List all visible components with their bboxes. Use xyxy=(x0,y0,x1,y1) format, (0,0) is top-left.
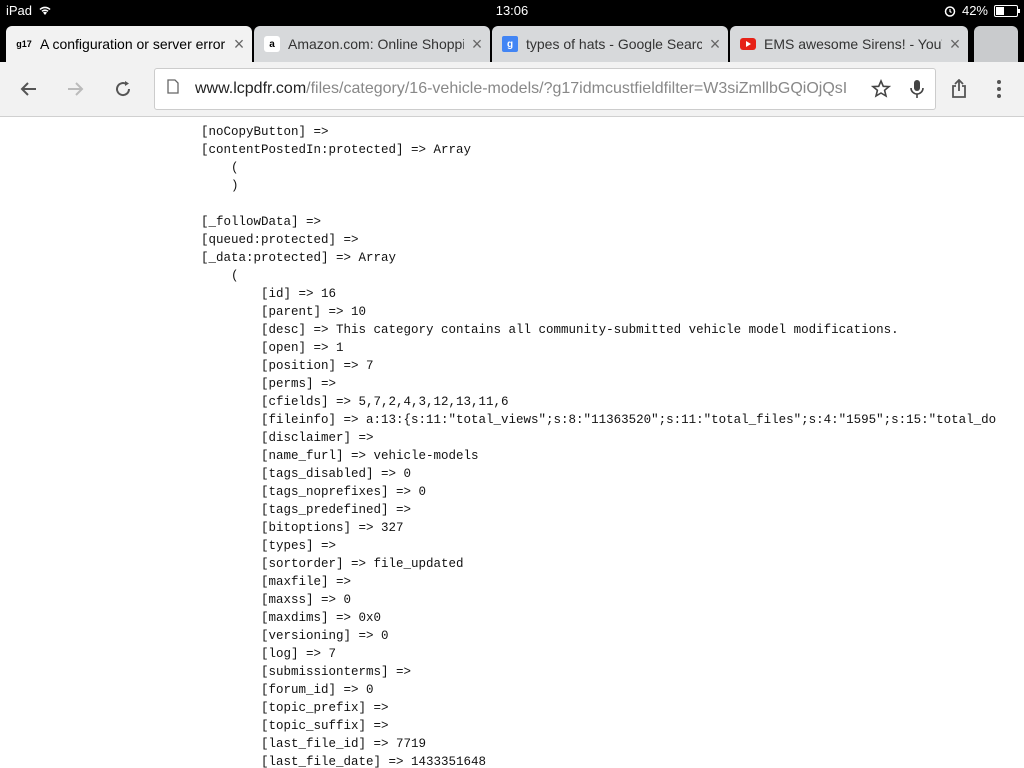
star-icon xyxy=(871,79,891,98)
code-line: [perms] => xyxy=(201,377,337,391)
tab-title: Amazon.com: Online Shopping xyxy=(288,36,464,52)
ios-status-bar: iPad 13:06 42% xyxy=(0,0,1024,22)
code-line: [parent] => 10 xyxy=(201,305,367,319)
g17-favicon-icon: g17 xyxy=(16,39,32,49)
close-tab-icon[interactable]: × xyxy=(464,34,490,55)
arrow-left-icon xyxy=(20,82,36,96)
code-line: [open] => 1 xyxy=(201,341,344,355)
bookmark-star-button[interactable] xyxy=(863,79,899,99)
microphone-icon xyxy=(910,80,924,98)
close-tab-icon[interactable]: × xyxy=(702,34,728,55)
page-content: [noCopyButton] => [contentPostedIn:protec… xyxy=(0,117,1024,768)
alarm-icon xyxy=(944,5,956,17)
share-icon xyxy=(952,79,966,98)
code-line: [log] => 7 xyxy=(201,647,337,661)
tab-title: types of hats - Google Search xyxy=(526,36,702,52)
code-line: [_data:protected] => Array xyxy=(201,251,397,265)
browser-toolbar: www.lcpdfr.com/files/category/16-vehicle… xyxy=(0,62,1024,117)
tab-strip: g17 A configuration or server error × a … xyxy=(0,22,1024,62)
close-tab-icon[interactable]: × xyxy=(942,34,968,55)
reload-icon xyxy=(116,81,131,97)
debug-output: [noCopyButton] => [contentPostedIn:protec… xyxy=(201,123,996,768)
tab-amazon[interactable]: a Amazon.com: Online Shopping × xyxy=(254,26,490,62)
new-tab-button[interactable] xyxy=(974,26,1018,62)
code-line: [topic_suffix] => xyxy=(201,719,389,733)
code-line: ) xyxy=(201,179,239,193)
tab-title: EMS awesome Sirens! - YouTube xyxy=(764,36,942,52)
code-line: [tags_disabled] => 0 xyxy=(201,467,412,481)
code-line: [disclaimer] => xyxy=(201,431,374,445)
close-tab-icon[interactable]: × xyxy=(226,34,252,55)
reload-button[interactable] xyxy=(108,74,138,104)
code-line: [name_furl] => vehicle-models xyxy=(201,449,479,463)
code-line: [noCopyButton] => xyxy=(201,125,329,139)
code-line: [sortorder] => file_updated xyxy=(201,557,464,571)
code-line: ( xyxy=(201,269,239,283)
status-right: 42% xyxy=(944,3,1020,18)
code-line: [_followData] => xyxy=(201,215,322,229)
battery-icon xyxy=(994,4,1020,17)
share-button[interactable] xyxy=(944,74,974,104)
tab-youtube[interactable]: EMS awesome Sirens! - YouTube × xyxy=(730,26,968,62)
code-line: [position] => 7 xyxy=(201,359,374,373)
code-line: [id] => 16 xyxy=(201,287,337,301)
tab-title: A configuration or server error xyxy=(40,36,226,52)
address-bar[interactable]: www.lcpdfr.com/files/category/16-vehicle… xyxy=(154,68,936,110)
code-line: [maxdims] => 0x0 xyxy=(201,611,382,625)
code-line: [versioning] => 0 xyxy=(201,629,389,643)
voice-search-button[interactable] xyxy=(899,79,935,99)
code-line: [contentPostedIn:protected] => Array xyxy=(201,143,472,157)
arrow-right-icon xyxy=(68,82,84,96)
code-line: [maxfile] => xyxy=(201,575,352,589)
url-host: www.lcpdfr.com xyxy=(195,80,307,97)
code-line: [tags_predefined] => xyxy=(201,503,412,517)
code-line: [forum_id] => 0 xyxy=(201,683,374,697)
code-line: [topic_prefix] => xyxy=(201,701,389,715)
page-icon xyxy=(167,79,183,99)
code-line: [last_file_id] => 7719 xyxy=(201,737,427,751)
amazon-icon: a xyxy=(264,36,280,52)
code-line: [last_file_date] => 1433351648 xyxy=(201,755,487,768)
youtube-icon xyxy=(740,36,756,52)
code-line: [bitoptions] => 327 xyxy=(201,521,404,535)
back-button[interactable] xyxy=(14,74,44,104)
code-line: ( xyxy=(201,161,239,175)
code-line: [fileinfo] => a:13:{s:11:"total_views";s… xyxy=(201,413,997,427)
code-line: [desc] => This category contains all com… xyxy=(201,323,899,337)
code-line: [tags_noprefixes] => 0 xyxy=(201,485,427,499)
code-line: [cfields] => 5,7,2,4,3,12,13,11,6 xyxy=(201,395,509,409)
url-text[interactable]: www.lcpdfr.com/files/category/16-vehicle… xyxy=(195,80,863,98)
tab-lcpdfr[interactable]: g17 A configuration or server error × xyxy=(6,26,252,62)
battery-percent: 42% xyxy=(961,3,988,18)
url-path: /files/category/16-vehicle-models/?g17id… xyxy=(306,80,848,97)
clock: 13:06 xyxy=(495,3,529,18)
code-line: [submissionterms] => xyxy=(201,665,412,679)
forward-button[interactable] xyxy=(60,74,90,104)
code-line: [types] => xyxy=(201,539,337,553)
code-line: [maxss] => 0 xyxy=(201,593,352,607)
tab-google[interactable]: g types of hats - Google Search × xyxy=(492,26,728,62)
code-line: [queued:protected] => xyxy=(201,233,359,247)
google-icon: g xyxy=(502,36,518,52)
more-vertical-icon xyxy=(997,80,1001,98)
menu-button[interactable] xyxy=(984,74,1014,104)
